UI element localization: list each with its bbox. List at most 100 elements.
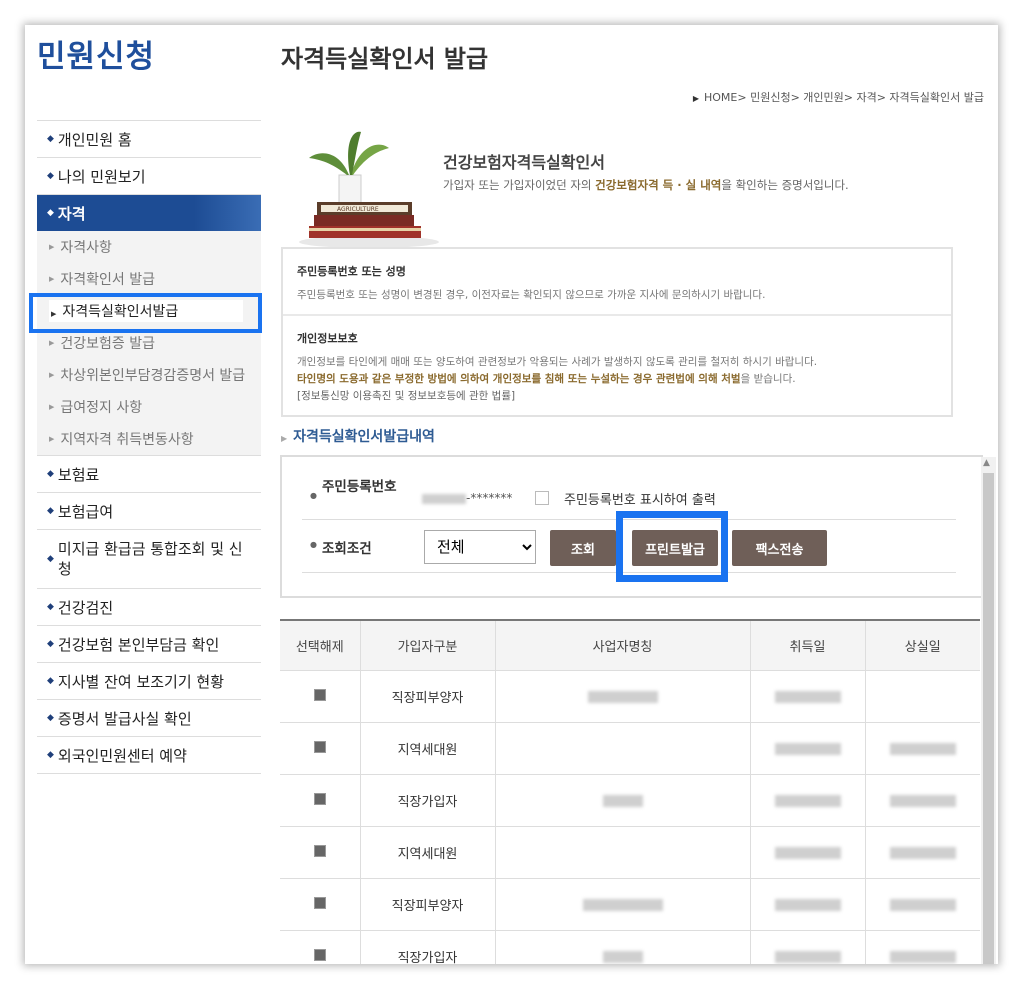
condition-select[interactable]: 전체 bbox=[424, 530, 536, 564]
bullet-icon: ● bbox=[310, 540, 317, 549]
select-cell[interactable] bbox=[280, 878, 361, 931]
select-cell[interactable] bbox=[280, 670, 361, 723]
sidebar-item-copay[interactable]: ◆ 건강보험 본인부담금 확인 bbox=[37, 625, 261, 662]
notice-text: 주민등록번호 또는 성명이 변경된 경우, 이전자료는 확인되지 않으므로 가까… bbox=[297, 289, 766, 301]
sidebar-item-checkup[interactable]: ◆ 건강검진 bbox=[37, 588, 261, 625]
rrn-masked-text: -******* bbox=[466, 491, 513, 505]
sidebar-item-label: 외국인민원센터 예약 bbox=[57, 746, 187, 765]
diamond-icon: ◆ bbox=[47, 713, 54, 723]
sidebar-item-refund[interactable]: ◆ 미지급 환급금 통합조회 및 신청 bbox=[37, 529, 261, 588]
lost-date-cell bbox=[865, 670, 980, 723]
blurred-value bbox=[889, 898, 956, 911]
sidebar-sub-item[interactable]: ▶ 자격사항 bbox=[37, 231, 261, 263]
notice-section-rrn: 주민등록번호 또는 성명 주민등록번호 또는 성명이 변경된 경우, 이전자료는… bbox=[283, 249, 951, 316]
sidebar-item-qualification[interactable]: ◆ 자격 bbox=[37, 194, 261, 231]
triangle-icon: ▶ bbox=[49, 275, 55, 283]
row-checkbox[interactable] bbox=[313, 688, 326, 701]
acquire-date-cell bbox=[750, 826, 866, 879]
intro-description: 가입자 또는 가입자이었던 자의 건강보험자격 득 · 실 내역을 확인하는 증… bbox=[443, 177, 849, 193]
col-header: 상실일 bbox=[865, 619, 980, 671]
rrn-label: 주민등록번호 bbox=[322, 479, 397, 495]
notice-text: 개인정보를 타인에게 매매 또는 양도하여 관련정보가 악용되는 사례가 발생하… bbox=[297, 356, 818, 368]
blurred-value bbox=[774, 898, 841, 911]
sidebar-item-label: 개인민원 홈 bbox=[57, 130, 132, 149]
lost-date-cell bbox=[865, 722, 980, 775]
table-row[interactable]: 지역세대원 bbox=[280, 722, 980, 775]
blurred-value bbox=[774, 846, 841, 859]
type-cell: 지역세대원 bbox=[360, 826, 496, 879]
show-rrn-label[interactable]: 주민등록번호 표시하여 출력 bbox=[564, 489, 716, 508]
diamond-icon: ◆ bbox=[47, 469, 54, 479]
sidebar-item-label: 나의 민원보기 bbox=[57, 167, 146, 186]
search-button[interactable]: 조회 bbox=[550, 530, 616, 566]
sidebar-sub-label: 급여정지 사항 bbox=[60, 400, 143, 416]
sidebar-sub-label: 자격확인서 발급 bbox=[60, 272, 156, 288]
scrollbar-thumb[interactable] bbox=[983, 473, 994, 964]
sidebar-submenu: ▶ 자격사항 ▶ 자격확인서 발급 ▶ 자격득실확인서발급 ▶ 건강보험증 발급 … bbox=[37, 231, 261, 455]
sidebar-item-benefits[interactable]: ◆ 보험급여 bbox=[37, 492, 261, 529]
lost-date-cell bbox=[865, 826, 980, 879]
diamond-icon: ◆ bbox=[47, 208, 54, 218]
table-row[interactable]: 직장가입자 bbox=[280, 774, 980, 827]
sidebar-item-home[interactable]: ◆ 개인민원 홈 bbox=[37, 120, 261, 157]
sidebar-item-cert-verify[interactable]: ◆ 증명서 발급사실 확인 bbox=[37, 699, 261, 736]
sidebar-sub-item[interactable]: ▶ 자격확인서 발급 bbox=[37, 263, 261, 295]
sidebar-item-label: 자격 bbox=[57, 204, 86, 223]
sidebar-sub-item[interactable]: ▶ 급여정지 사항 bbox=[37, 391, 261, 423]
row-checkbox[interactable] bbox=[313, 740, 326, 753]
sidebar-sub-item[interactable]: ▶ 지역자격 취득변동사항 bbox=[37, 423, 261, 455]
diamond-icon: ◆ bbox=[47, 171, 54, 181]
brand-title: 민원신청 bbox=[37, 39, 156, 75]
sidebar-item-label: 건강보험 본인부담금 확인 bbox=[57, 635, 220, 654]
highlight-box-sidebar bbox=[29, 293, 262, 333]
diamond-icon: ◆ bbox=[47, 554, 54, 564]
breadcrumb-text[interactable]: HOME> 민원신청> 개인민원> 자격> 자격득실확인서 발급 bbox=[704, 91, 984, 104]
sidebar-item-foreigner-center[interactable]: ◆ 외국인민원센터 예약 bbox=[37, 736, 261, 773]
select-cell[interactable] bbox=[280, 826, 361, 879]
table-row[interactable]: 직장가입자 bbox=[280, 930, 980, 964]
triangle-icon: ▶ bbox=[49, 403, 55, 411]
intro-desc-pre: 가입자 또는 가입자이었던 자의 bbox=[443, 178, 596, 192]
table-row[interactable]: 지역세대원 bbox=[280, 826, 980, 879]
row-checkbox[interactable] bbox=[313, 844, 326, 857]
select-cell[interactable] bbox=[280, 722, 361, 775]
blurred-value bbox=[774, 742, 841, 755]
rrn-value: -******* bbox=[422, 491, 512, 505]
row-checkbox[interactable] bbox=[313, 792, 326, 805]
row-checkbox[interactable] bbox=[313, 896, 326, 909]
scroll-up-icon[interactable]: ▲ bbox=[983, 458, 990, 468]
triangle-icon: ▶ bbox=[49, 371, 55, 379]
sidebar-sub-item[interactable]: ▶ 차상위본인부담경감증명서 발급 bbox=[37, 359, 261, 391]
triangle-icon: ▶ bbox=[49, 243, 55, 251]
bullet-icon: ● bbox=[310, 491, 317, 500]
show-rrn-checkbox[interactable] bbox=[535, 491, 549, 505]
table-body: 직장피부양자 지역세대원 직장가입자 지역세대원 직장피부양자 직장가입자 bbox=[280, 670, 980, 964]
select-cell[interactable] bbox=[280, 930, 361, 964]
sidebar-item-label: 증명서 발급사실 확인 bbox=[57, 709, 192, 728]
blurred-value bbox=[889, 794, 956, 807]
notice-heading: 주민등록번호 또는 성명 bbox=[297, 265, 406, 278]
col-header[interactable]: 선택해제 bbox=[280, 619, 361, 671]
section-title: ▶ 자격득실확인서발급내역 bbox=[281, 426, 435, 446]
sidebar-item-label: 건강검진 bbox=[57, 598, 114, 617]
sidebar-item-premium[interactable]: ◆ 보험료 bbox=[37, 455, 261, 492]
breadcrumb: ▶ HOME> 민원신청> 개인민원> 자격> 자격득실확인서 발급 bbox=[693, 89, 984, 105]
triangle-icon: ▶ bbox=[49, 339, 55, 347]
select-cell[interactable] bbox=[280, 774, 361, 827]
notice-heading: 개인정보보호 bbox=[297, 332, 358, 345]
section-title-text: 자격득실확인서발급내역 bbox=[293, 429, 435, 445]
diamond-icon: ◆ bbox=[47, 602, 54, 612]
fax-send-button[interactable]: 팩스전송 bbox=[732, 530, 827, 566]
row-checkbox[interactable] bbox=[313, 948, 326, 961]
blurred-value bbox=[774, 794, 841, 807]
sidebar-item-label: 보험료 bbox=[57, 465, 100, 484]
diamond-icon: ◆ bbox=[47, 506, 54, 516]
blurred-value bbox=[602, 950, 643, 963]
blurred-value bbox=[889, 742, 956, 755]
sidebar-item-assistive-devices[interactable]: ◆ 지사별 잔여 보조기기 현황 bbox=[37, 662, 261, 699]
breadcrumb-arrow-icon: ▶ bbox=[692, 94, 699, 103]
table-row[interactable]: 직장피부양자 bbox=[280, 878, 980, 931]
sidebar-item-my-requests[interactable]: ◆ 나의 민원보기 bbox=[37, 157, 261, 194]
table-row[interactable]: 직장피부양자 bbox=[280, 670, 980, 723]
notice-warning: 타인명의 도용과 같은 부정한 방법에 의하여 개인정보를 침해 또는 누설하는… bbox=[297, 371, 937, 388]
